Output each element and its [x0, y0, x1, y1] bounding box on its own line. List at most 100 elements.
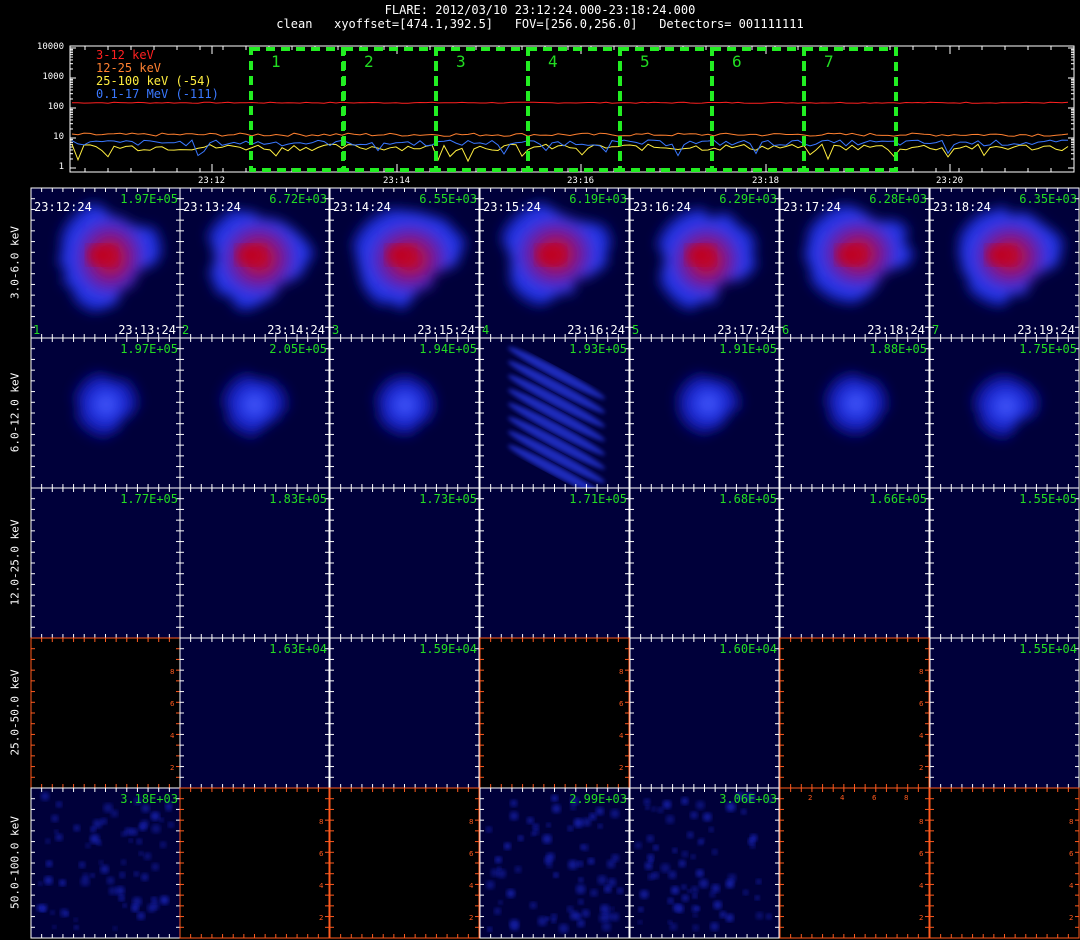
tile-peak-value: 1.77E+05	[120, 492, 178, 506]
tile-background	[180, 488, 329, 638]
y-tick-label: 10	[53, 132, 64, 142]
interval-box-6	[710, 47, 806, 172]
noise-speckle	[575, 913, 582, 920]
interval-label: 1	[271, 52, 281, 71]
noise-speckle	[692, 924, 699, 932]
tile-background	[180, 638, 329, 788]
image-tile: 1.97E+05	[30, 337, 181, 489]
noise-speckle	[702, 812, 712, 822]
noise-speckle	[587, 857, 595, 865]
noise-speckle	[573, 818, 584, 828]
tile-background	[330, 788, 479, 938]
flare-core	[386, 245, 415, 265]
image-tile: 2 4 6 8	[30, 637, 181, 789]
tile-peak-value: 1.71E+05	[569, 492, 627, 506]
noise-speckle	[686, 831, 694, 839]
noise-speckle	[36, 904, 44, 912]
noise-speckle	[496, 868, 507, 879]
tile-start-time: 23:15:24	[483, 200, 541, 214]
tile-end-time: 23:17:24	[717, 323, 775, 337]
tile-peak-value: 3.18E+03	[120, 792, 178, 806]
x-tick-label: 23:20	[936, 176, 964, 186]
image-tile: 2 4 6 8	[779, 637, 930, 789]
noise-speckle	[651, 806, 657, 812]
noise-speckle	[131, 904, 140, 913]
noise-speckle	[136, 911, 146, 921]
noise-speckle	[742, 889, 749, 896]
image-tile: 6.29E+03 23:16:24 23:17:24 5	[629, 187, 780, 339]
tile-peak-value: 1.63E+04	[269, 642, 327, 656]
empty-axis-tick-label-top: 6	[872, 794, 877, 802]
noise-speckle	[662, 800, 672, 809]
noise-speckle	[90, 826, 97, 833]
tile-peak-value: 1.60E+04	[719, 642, 777, 656]
image-tile: 2 4 6 8	[929, 787, 1080, 939]
noise-speckle	[54, 829, 59, 834]
tile-background	[31, 488, 180, 638]
noise-speckle	[90, 873, 95, 878]
empty-axis-tick-label: 8	[919, 818, 923, 826]
image-tile: 1.55E+04	[929, 637, 1080, 789]
noise-speckle	[45, 838, 51, 844]
image-tile: 1.88E+05	[779, 337, 930, 489]
noise-speckle	[675, 904, 684, 913]
noise-speckle	[73, 925, 79, 930]
flare-core	[686, 245, 715, 265]
tile-index: 5	[632, 323, 639, 337]
tile-peak-value: 6.72E+03	[269, 192, 327, 206]
noise-speckle	[681, 850, 689, 858]
noise-speckle	[645, 805, 650, 810]
tile-peak-value: 2.99E+03	[569, 792, 627, 806]
tile-peak-value: 1.55E+05	[1019, 492, 1077, 506]
empty-axis-tick-label: 4	[170, 732, 175, 740]
noise-speckle	[50, 910, 55, 916]
noise-speckle	[582, 817, 592, 827]
image-tile: 3.18E+03	[30, 787, 181, 939]
lightcurve-frame	[69, 45, 1075, 173]
energy-band-label: 25.0-50.0 keV	[8, 669, 22, 756]
noise-speckle	[643, 798, 651, 806]
curve-12-25-kev	[71, 132, 1069, 137]
flare-title: FLARE: 2012/03/10 23:12:24.000-23:18:24.…	[384, 3, 696, 17]
noise-speckle	[485, 826, 493, 833]
noise-speckle	[668, 870, 677, 880]
image-tile: 2 2 4 4 6 6 8 8	[779, 787, 930, 939]
noise-speckle	[581, 909, 590, 918]
noise-speckle	[579, 844, 585, 850]
empty-axis-tick-label: 6	[319, 850, 324, 858]
image-tile: 1.71E+05	[479, 487, 630, 639]
tile-peak-value: 1.93E+05	[569, 342, 627, 356]
empty-axis-tick-label: 2	[919, 764, 923, 772]
tile-end-time: 23:19:24	[1017, 323, 1075, 337]
noise-speckle	[106, 876, 115, 885]
interval-box-2	[342, 47, 438, 172]
noise-speckle	[487, 926, 493, 932]
tile-end-time: 23:18:24	[867, 323, 925, 337]
y-tick-label: 100	[47, 102, 64, 112]
image-tile: 2.99E+03	[479, 787, 630, 939]
image-tile: 6.28E+03 23:17:24 23:18:24 6	[779, 187, 930, 339]
interval-box-1	[249, 47, 345, 172]
empty-axis-tick-label: 6	[619, 700, 624, 708]
interval-box-5	[618, 47, 714, 172]
noise-speckle	[537, 916, 548, 927]
tile-peak-value: 1.59E+04	[419, 642, 477, 656]
lightcurve-curves	[71, 101, 1069, 163]
noise-speckle	[690, 854, 696, 860]
tile-index: 3	[332, 323, 339, 337]
tile-background	[630, 638, 779, 788]
tile-background	[630, 488, 779, 638]
noise-speckle	[576, 860, 584, 868]
noise-speckle	[140, 819, 149, 829]
noise-speckle	[698, 878, 709, 889]
image-tile: 1.94E+05	[329, 337, 480, 489]
tile-peak-value: 1.88E+05	[869, 342, 927, 356]
interval-box-7	[802, 47, 898, 172]
noise-speckle	[59, 908, 69, 918]
noise-speckle	[616, 887, 624, 895]
noise-speckle	[672, 847, 678, 853]
noise-speckle	[493, 907, 502, 915]
tile-end-time: 23:16:24	[567, 323, 625, 337]
tile-index: 4	[482, 323, 489, 337]
tile-peak-value: 1.83E+05	[269, 492, 327, 506]
